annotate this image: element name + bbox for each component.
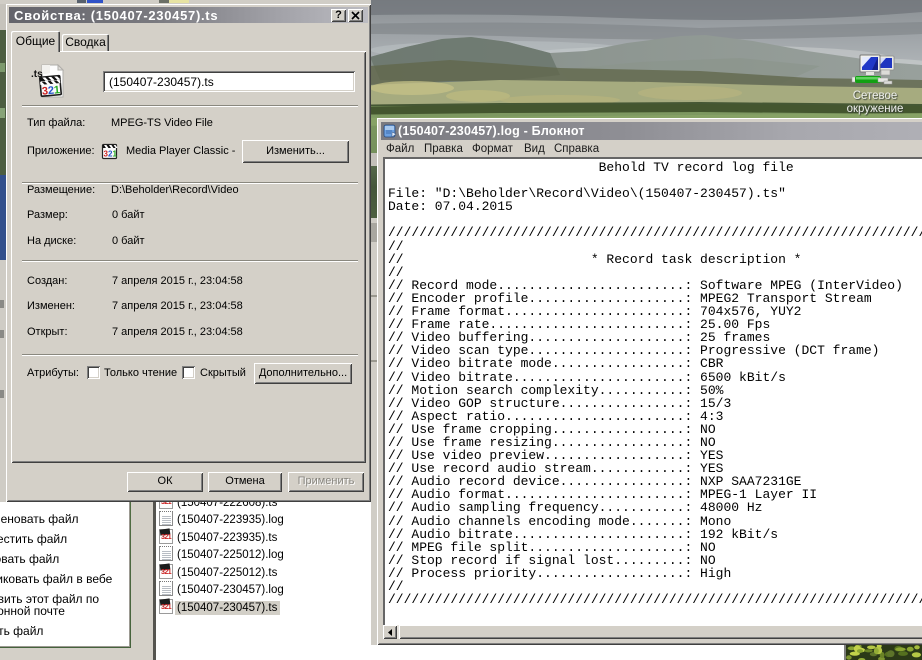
svg-text:1: 1 [53,84,60,96]
svg-text:1: 1 [113,150,118,159]
